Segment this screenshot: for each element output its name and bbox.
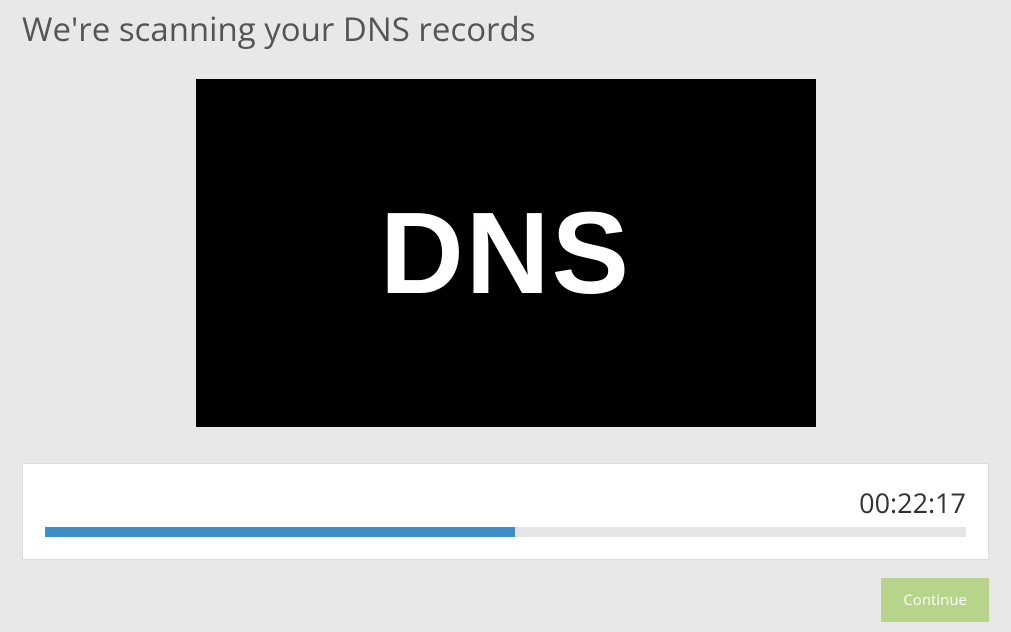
progress-timer: 00:22:17 [45,484,966,521]
progress-track [45,527,966,537]
video-player[interactable]: DNS [196,79,816,427]
progress-card: 00:22:17 [22,463,989,560]
continue-button[interactable]: Continue [881,578,989,622]
video-overlay-text: DNS [380,186,631,320]
video-wrapper: DNS [22,79,989,427]
button-row: Continue [22,578,989,622]
page-title: We're scanning your DNS records [22,6,989,51]
main-container: We're scanning your DNS records DNS 00:2… [0,6,1011,622]
progress-fill [45,527,515,537]
